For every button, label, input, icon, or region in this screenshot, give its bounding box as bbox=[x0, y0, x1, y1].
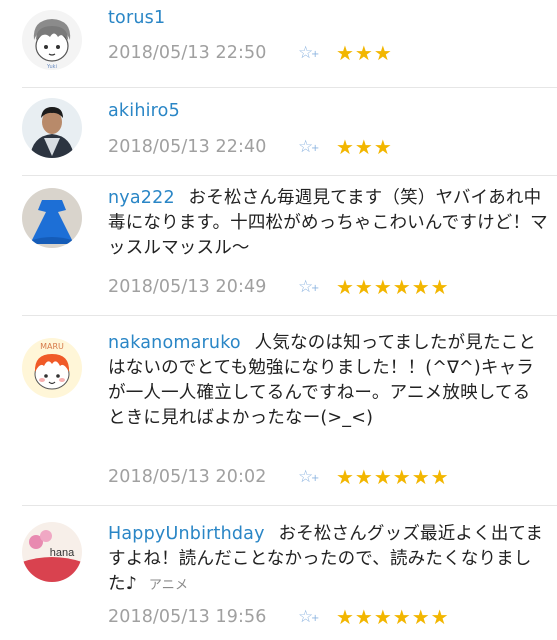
star-add-icon[interactable]: ☆ + bbox=[298, 467, 336, 487]
avatar[interactable]: Yuki bbox=[22, 10, 82, 70]
star-rating: ★★★ bbox=[336, 135, 393, 159]
star-add-icon[interactable]: ☆ + bbox=[298, 43, 336, 63]
avatar-image bbox=[22, 188, 82, 248]
star-rating: ★★★★★★ bbox=[336, 605, 450, 629]
avatar[interactable]: MARU bbox=[22, 338, 82, 398]
star-add-icon[interactable]: ☆ + bbox=[298, 137, 336, 157]
username-link[interactable]: nya222 bbox=[108, 188, 175, 208]
username-link[interactable]: akihiro5 bbox=[108, 101, 180, 121]
timestamp: 2018/05/13 20:02 bbox=[108, 467, 267, 487]
divider bbox=[22, 505, 557, 506]
star-rating: ★★★ bbox=[336, 41, 393, 65]
svg-text:hana: hana bbox=[50, 547, 75, 559]
star-rating: ★★★★★★ bbox=[336, 275, 450, 299]
divider bbox=[22, 315, 557, 316]
username-link[interactable]: HappyUnbirthday bbox=[108, 524, 265, 544]
avatar-image bbox=[22, 98, 82, 158]
timestamp: 2018/05/13 22:50 bbox=[108, 43, 267, 63]
timestamp: 2018/05/13 20:49 bbox=[108, 277, 267, 297]
avatar-image: MARU bbox=[22, 338, 82, 398]
avatar[interactable] bbox=[22, 98, 82, 158]
username-link[interactable]: nakanomaruko bbox=[108, 333, 241, 353]
category-tag[interactable]: アニメ bbox=[149, 578, 188, 593]
username-link[interactable]: torus1 bbox=[108, 8, 165, 28]
star-rating: ★★★★★★ bbox=[336, 465, 450, 489]
svg-text:MARU: MARU bbox=[40, 342, 64, 351]
avatar-image: hana bbox=[22, 522, 82, 582]
timestamp: 2018/05/13 22:40 bbox=[108, 137, 267, 157]
svg-text:Yuki: Yuki bbox=[46, 64, 57, 70]
divider bbox=[22, 175, 557, 176]
star-add-icon[interactable]: ☆ + bbox=[298, 607, 336, 627]
avatar-image: Yuki bbox=[22, 10, 82, 70]
timestamp: 2018/05/13 19:56 bbox=[108, 607, 267, 627]
star-add-icon[interactable]: ☆ + bbox=[298, 277, 336, 297]
avatar[interactable]: hana bbox=[22, 522, 82, 582]
divider bbox=[22, 87, 557, 88]
avatar[interactable] bbox=[22, 188, 82, 248]
